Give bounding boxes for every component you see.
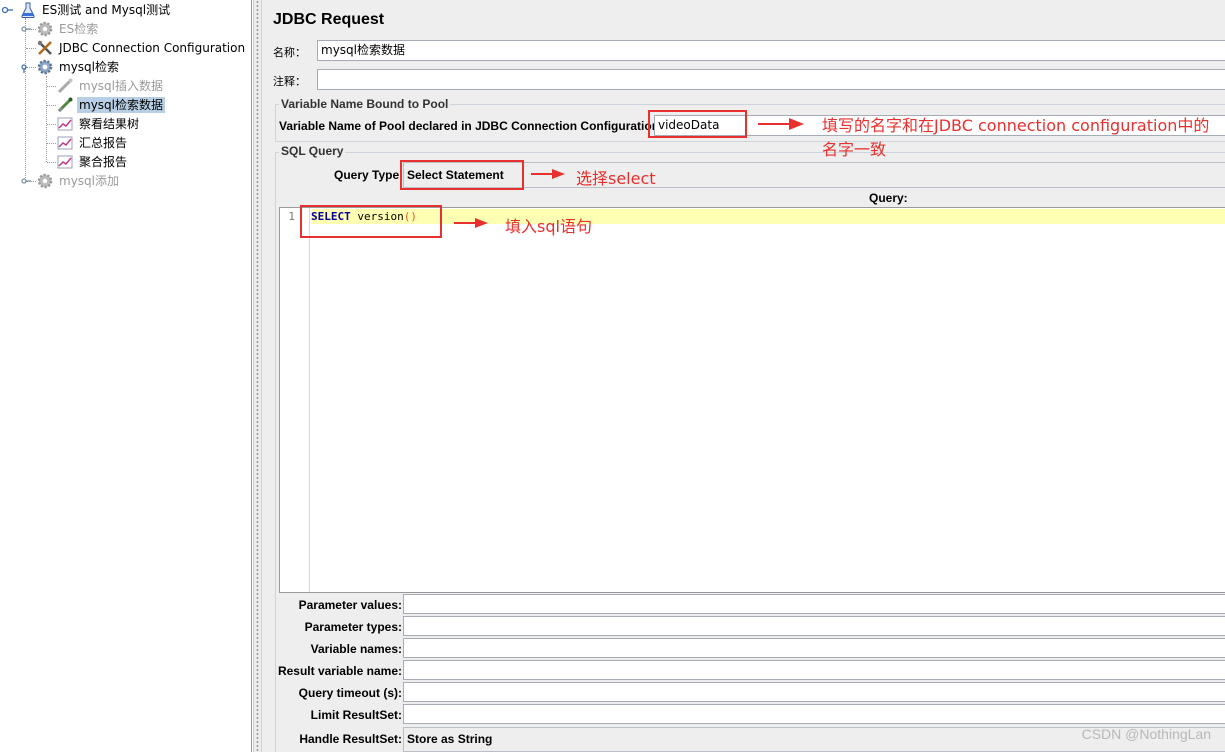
tree-connector (47, 162, 56, 163)
limit-resultset-label: Limit ResultSet: (310, 708, 402, 722)
annotation-note-query-type: 选择select (576, 169, 656, 188)
annotation-arrow-icon (758, 118, 804, 130)
splitter-grip (256, 0, 259, 752)
param-types-label: Parameter types: (304, 620, 402, 634)
tree-node-test-plan[interactable]: ES测试 and Mysql测试 (0, 0, 172, 19)
tree-node-mysql-insert[interactable]: mysql插入数据 (56, 76, 165, 95)
comment-label: 注释： (273, 75, 306, 88)
tree-node-label: mysql插入数据 (79, 78, 163, 93)
variable-names-label: Variable names: (310, 642, 402, 656)
sql-query-group-title: SQL Query (279, 144, 346, 158)
thread-group-gear-icon (37, 21, 53, 36)
pool-label: Variable Name of Pool declared in JDBC C… (279, 119, 664, 133)
tree-connector (25, 18, 26, 182)
annotation-arrow-icon (454, 218, 488, 228)
thread-group-gear-icon (37, 173, 53, 188)
tree-connector (47, 105, 56, 106)
annotation-box-sql (300, 205, 442, 238)
watermark: CSDN @NothingLan (1081, 726, 1211, 742)
annotation-box-pool-name (648, 110, 747, 138)
query-timeout-field[interactable] (403, 682, 1225, 702)
expand-toggle-icon[interactable] (20, 23, 32, 35)
param-values-field[interactable] (403, 594, 1225, 614)
annotation-note-line: 填写的名字和在JDBC connection configuration中的 (822, 116, 1210, 135)
panel-splitter[interactable] (253, 0, 262, 752)
tree-connector (26, 48, 36, 49)
config-tools-icon (37, 40, 52, 55)
expand-toggle-icon[interactable] (20, 175, 32, 187)
handle-resultset-value: Store as String (407, 732, 493, 746)
comment-field[interactable] (317, 69, 1225, 90)
sampler-pipette-icon (57, 97, 73, 112)
tree-node-label: mysql添加 (59, 173, 119, 188)
tree-connector (47, 86, 56, 87)
tree-node-mysql-add[interactable]: mysql添加 (20, 171, 121, 190)
tree-node-label: JDBC Connection Configuration (59, 40, 246, 55)
tree-connector (47, 124, 56, 125)
listener-graph-icon (57, 155, 73, 168)
editor-gutter: 1 (280, 208, 310, 592)
sampler-pipette-icon (57, 78, 73, 93)
tree-node-mysql-query-data[interactable]: mysql检索数据 (56, 95, 165, 114)
tree-connector (47, 143, 56, 144)
current-line-highlight (311, 209, 1225, 224)
page-title: JDBC Request (273, 11, 385, 28)
query-type-select[interactable] (403, 162, 1225, 188)
tree-node-view-results-tree[interactable]: 察看结果树 (56, 114, 141, 133)
tree-node-summary-report[interactable]: 汇总报告 (56, 133, 129, 152)
annotation-note-line: 名字一致 (822, 140, 887, 159)
test-plan-flask-icon (21, 2, 35, 18)
limit-resultset-field[interactable] (403, 704, 1225, 724)
listener-graph-icon (57, 117, 73, 130)
sql-editor[interactable]: 1 SELECT version() (279, 207, 1225, 593)
tree-connector (46, 76, 47, 162)
tree-node-label: 察看结果树 (79, 116, 140, 131)
thread-group-gear-icon (37, 59, 53, 74)
line-number: 1 (288, 210, 295, 223)
tree-node-es-search[interactable]: ES检索 (20, 19, 100, 38)
annotation-note-sql: 填入sql语句 (505, 217, 592, 236)
param-types-field[interactable] (403, 616, 1225, 636)
query-header: Query: (869, 191, 908, 205)
annotation-box-query-type (400, 160, 524, 190)
tree-node-jdbc-connection-config[interactable]: JDBC Connection Configuration (36, 38, 247, 57)
test-plan-tree[interactable]: ES测试 and Mysql测试 ES检索 JDBC Connection Co… (0, 0, 252, 752)
annotation-note-pool: 填写的名字和在JDBC connection configuration中的 名… (822, 112, 1209, 160)
param-values-label: Parameter values: (298, 598, 402, 612)
variable-names-field[interactable] (403, 638, 1225, 658)
listener-graph-icon (57, 136, 73, 149)
expand-toggle-icon[interactable] (1, 3, 15, 17)
query-timeout-label: Query timeout (s): (298, 686, 402, 700)
name-label: 名称： (273, 46, 306, 59)
expand-toggle-icon[interactable] (20, 61, 32, 73)
tree-node-aggregate-report[interactable]: 聚合报告 (56, 152, 129, 171)
tree-node-label: ES检索 (59, 21, 99, 36)
name-field[interactable]: mysql检索数据 (317, 40, 1225, 61)
result-variable-label: Result variable name: (277, 664, 402, 678)
result-variable-field[interactable] (403, 660, 1225, 680)
tree-node-label: ES测试 and Mysql测试 (42, 2, 171, 17)
pool-group-title: Variable Name Bound to Pool (279, 97, 451, 111)
tree-node-label: 聚合报告 (79, 154, 128, 169)
tree-node-label: mysql检索数据 (77, 96, 165, 113)
tree-node-mysql-search[interactable]: mysql检索 (20, 57, 121, 76)
tree-node-label: mysql检索 (59, 59, 119, 74)
query-type-label: Query Type: (334, 168, 404, 182)
tree-node-label: 汇总报告 (79, 135, 128, 150)
handle-resultset-label: Handle ResultSet: (299, 732, 402, 746)
annotation-arrow-icon (531, 169, 565, 179)
